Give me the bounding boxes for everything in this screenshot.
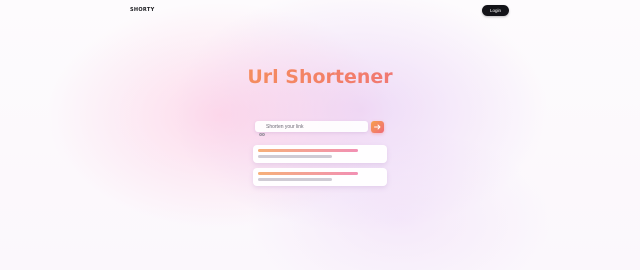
url-input-container[interactable] [255,121,368,136]
skeleton-line-long [258,172,358,175]
background-gradient [0,0,640,270]
url-input[interactable] [266,121,364,132]
shorten-form [255,121,385,136]
shorten-submit-button[interactable] [371,121,384,133]
top-bar: SHORTY Login [0,0,640,20]
arrow-right-icon [374,124,381,130]
skeleton-line-long [258,149,358,152]
page-title: Url Shortener [0,64,640,90]
result-card-placeholder [253,168,387,186]
brand-logo[interactable]: SHORTY [130,7,155,13]
login-button[interactable]: Login [482,5,509,16]
link-icon [259,124,265,136]
skeleton-line-short [258,178,332,181]
result-card-placeholder [253,145,387,163]
skeleton-line-short [258,155,332,158]
